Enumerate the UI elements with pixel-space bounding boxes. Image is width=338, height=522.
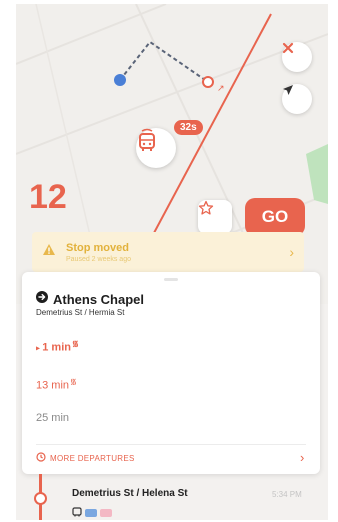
departure-3[interactable]: 25 min: [36, 412, 69, 424]
park-area: [306, 144, 328, 204]
more-departures-label: MORE DEPARTURES: [50, 453, 135, 463]
departure-1-time: 1 min: [42, 341, 71, 354]
timeline-stop-dot: [34, 492, 47, 505]
alert-subtitle: Paused 2 weeks ago: [66, 255, 131, 263]
departure-1[interactable]: ▸ 1 min᯾: [36, 338, 79, 354]
svg-text:↗: ↗: [217, 83, 225, 93]
drag-handle[interactable]: [164, 278, 178, 281]
stop-title: Athens Chapel: [36, 290, 144, 308]
stop-name: Athens Chapel: [53, 291, 145, 307]
departures-card: Athens Chapel Demetrius St / Hermia St ▸…: [22, 272, 320, 474]
chevron-right-icon: ›: [289, 244, 294, 260]
stop-marker: [202, 76, 214, 88]
chevron-right-icon: ›: [300, 450, 305, 465]
next-stop-name[interactable]: Demetrius St / Helena St: [72, 488, 188, 499]
app-screen: ↗ 32s 12 GO Stop moved Paused 2 weeks ag…: [16, 4, 328, 520]
clock-icon: [36, 452, 46, 464]
arrow-circle-icon: [36, 290, 48, 308]
favorite-button[interactable]: [198, 200, 232, 234]
user-location-dot: [114, 74, 126, 86]
departure-2[interactable]: 13 min᯾: [36, 376, 77, 392]
divider: [36, 444, 306, 445]
departure-2-time: 13 min: [36, 379, 70, 392]
eta-badge: 32s: [174, 120, 203, 135]
locate-button[interactable]: [282, 84, 312, 114]
go-button[interactable]: GO: [245, 198, 305, 236]
bus-marker[interactable]: [136, 128, 176, 168]
departure-3-time: 25 min: [36, 412, 70, 424]
close-button[interactable]: [282, 42, 312, 72]
next-stop-time: 5:34 PM: [272, 490, 302, 499]
warning-icon: [42, 243, 56, 261]
realtime-icon: ᯾: [70, 377, 77, 386]
route-number: 12: [29, 178, 67, 216]
stop-cross-streets: Demetrius St / Hermia St: [36, 308, 125, 317]
bus-small-icon: [72, 504, 82, 520]
more-departures-button[interactable]: MORE DEPARTURES: [36, 452, 135, 464]
realtime-icon: ᯾: [71, 339, 79, 348]
stop-moved-alert[interactable]: Stop moved Paused 2 weeks ago ›: [32, 232, 304, 272]
alert-title: Stop moved: [66, 241, 129, 254]
next-stop-services: [72, 504, 112, 520]
service-chip-pink: [100, 509, 112, 517]
service-chip-blue: [85, 509, 97, 517]
